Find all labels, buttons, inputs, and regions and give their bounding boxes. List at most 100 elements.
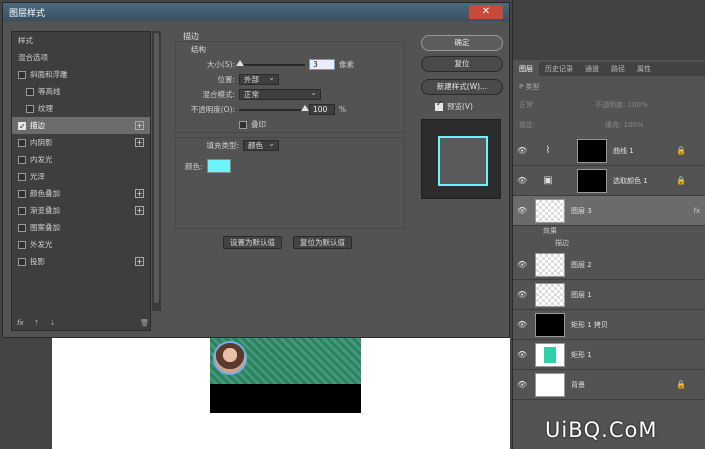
opacity-slider[interactable]	[239, 104, 309, 111]
style-checkbox[interactable]	[26, 87, 34, 96]
style-list-item[interactable]: 内阴影 +	[12, 134, 150, 151]
position-select[interactable]: 外部	[239, 73, 279, 85]
layer-name[interactable]: 图层 3	[571, 206, 592, 216]
size-slider-knob[interactable]	[236, 59, 245, 66]
add-effect-icon[interactable]: +	[135, 121, 144, 130]
layer-row[interactable]: 👁 矩形 1 拷贝	[513, 310, 705, 340]
style-list-item[interactable]: 渐变叠加 +	[12, 202, 150, 219]
layer-thumbnail	[577, 138, 607, 163]
layer-row[interactable]: 👁 图层 2	[513, 250, 705, 280]
layer-thumbnail	[535, 198, 565, 223]
style-list-item[interactable]: 混合选项	[12, 49, 150, 66]
style-list-item[interactable]: 描边 +	[12, 117, 150, 135]
move-down-icon[interactable]: ⇣	[49, 319, 55, 327]
layer-row[interactable]: 👁 ⌇ 曲线 1 🔒	[513, 136, 705, 166]
fx-icon[interactable]: fx	[17, 319, 24, 327]
add-effect-icon[interactable]: +	[135, 206, 144, 215]
dialog-titlebar[interactable]: 图层样式	[3, 3, 509, 21]
style-checkbox[interactable]	[18, 70, 26, 79]
visibility-eye-icon[interactable]: 👁	[517, 146, 527, 155]
move-up-icon[interactable]: ⇡	[34, 319, 40, 327]
preview-checkbox[interactable]	[435, 99, 443, 111]
set-default-button[interactable]: 设置为默认值	[223, 236, 282, 249]
visibility-eye-icon[interactable]: 👁	[517, 290, 527, 299]
style-list-item[interactable]: 图案叠加	[12, 219, 150, 236]
blend-select[interactable]: 正常	[239, 88, 321, 100]
opacity-slider-knob[interactable]	[301, 104, 309, 111]
visibility-eye-icon[interactable]: 👁	[517, 176, 527, 185]
canvas-black-bar	[210, 384, 361, 413]
layer-opacity[interactable]: 不透明度: 100%	[595, 100, 648, 110]
add-effect-icon[interactable]: +	[135, 138, 144, 147]
ok-button[interactable]: 确定	[421, 35, 503, 51]
style-checkbox[interactable]	[18, 189, 26, 198]
size-input[interactable]: 3	[309, 59, 335, 70]
reset-default-button[interactable]: 复位为默认值	[293, 236, 352, 249]
style-checkbox[interactable]	[18, 223, 26, 232]
style-checkbox[interactable]	[18, 172, 26, 181]
style-list-item[interactable]: 内发光	[12, 151, 150, 168]
color-swatch[interactable]	[206, 159, 231, 173]
layer-row[interactable]: 👁 图层 3 fx	[513, 196, 705, 226]
reset-button[interactable]: 复位	[421, 56, 503, 72]
panel-tab[interactable]: 通道	[579, 64, 605, 74]
layer-filter[interactable]: P 类型	[519, 82, 539, 92]
visibility-eye-icon[interactable]: 👁	[517, 380, 527, 389]
style-checkbox[interactable]	[26, 104, 34, 113]
style-item-label: 等高线	[38, 87, 61, 96]
layer-row[interactable]: 👁 背景 🔒	[513, 370, 705, 400]
style-list-item[interactable]: 斜面和浮雕	[12, 66, 150, 83]
add-effect-icon[interactable]: +	[135, 189, 144, 198]
color-row: 颜色:	[185, 159, 231, 173]
style-checkbox[interactable]	[18, 240, 26, 249]
panel-tab[interactable]: 属性	[631, 64, 657, 74]
effects-label[interactable]: 效果	[543, 226, 557, 236]
new-style-button[interactable]: 新建样式(W)...	[421, 79, 503, 95]
layer-blend-mode[interactable]: 正常	[519, 100, 533, 110]
visibility-eye-icon[interactable]: 👁	[517, 260, 527, 269]
opacity-input[interactable]: 100	[309, 104, 335, 115]
layer-name[interactable]: 曲线 1	[613, 146, 634, 156]
layer-name[interactable]: 选取颜色 1	[613, 176, 648, 186]
style-checkbox[interactable]	[18, 138, 26, 147]
style-checkbox[interactable]	[18, 118, 26, 135]
style-list-item[interactable]: 等高线	[12, 83, 150, 100]
panel-tab[interactable]: 历史记录	[539, 64, 579, 74]
style-list-item[interactable]: 样式	[12, 32, 150, 49]
panel-tab[interactable]: 路径	[605, 64, 631, 74]
style-list-item[interactable]: 投影 +	[12, 253, 150, 270]
fx-badge[interactable]: fx	[693, 207, 700, 215]
style-item-label: 图案叠加	[30, 223, 60, 232]
layer-name[interactable]: 图层 1	[571, 290, 592, 300]
visibility-eye-icon[interactable]: 👁	[517, 206, 527, 215]
style-list-scrollbar[interactable]	[152, 31, 161, 311]
style-checkbox[interactable]	[18, 155, 26, 164]
visibility-eye-icon[interactable]: 👁	[517, 350, 527, 359]
size-slider[interactable]	[236, 59, 305, 66]
fill-type-select[interactable]: 颜色	[243, 139, 279, 151]
close-button[interactable]: ✕	[469, 5, 503, 19]
layer-name[interactable]: 背景	[571, 380, 585, 390]
preview-row: 预览(V)	[435, 99, 473, 112]
layer-name[interactable]: 图层 2	[571, 260, 592, 270]
trash-icon[interactable]: 🗑	[140, 319, 149, 327]
style-checkbox[interactable]	[18, 206, 26, 215]
style-list-item[interactable]: 纹理	[12, 100, 150, 117]
style-list-item[interactable]: 外发光	[12, 236, 150, 253]
layer-row[interactable]: 👁 ▣ 选取颜色 1 🔒	[513, 166, 705, 196]
layer-name[interactable]: 矩形 1 拷贝	[571, 320, 608, 330]
style-checkbox[interactable]	[18, 257, 26, 266]
layer-row[interactable]: 👁 图层 1	[513, 280, 705, 310]
panel-tab[interactable]: 图层	[513, 62, 539, 76]
layer-name[interactable]: 矩形 1	[571, 350, 592, 360]
layer-thumbnail	[535, 282, 565, 307]
style-list-item[interactable]: 颜色叠加 +	[12, 185, 150, 202]
style-list-item[interactable]: 光泽	[12, 168, 150, 185]
visibility-eye-icon[interactable]: 👁	[517, 320, 527, 329]
emboss-checkbox[interactable]	[239, 120, 247, 129]
layer-thumbnail	[535, 252, 565, 277]
layer-fill[interactable]: 填充: 100%	[605, 120, 644, 130]
layer-row[interactable]: 👁 矩形 1	[513, 340, 705, 370]
add-effect-icon[interactable]: +	[135, 257, 144, 266]
stroke-effect-label[interactable]: 描边	[555, 238, 569, 248]
